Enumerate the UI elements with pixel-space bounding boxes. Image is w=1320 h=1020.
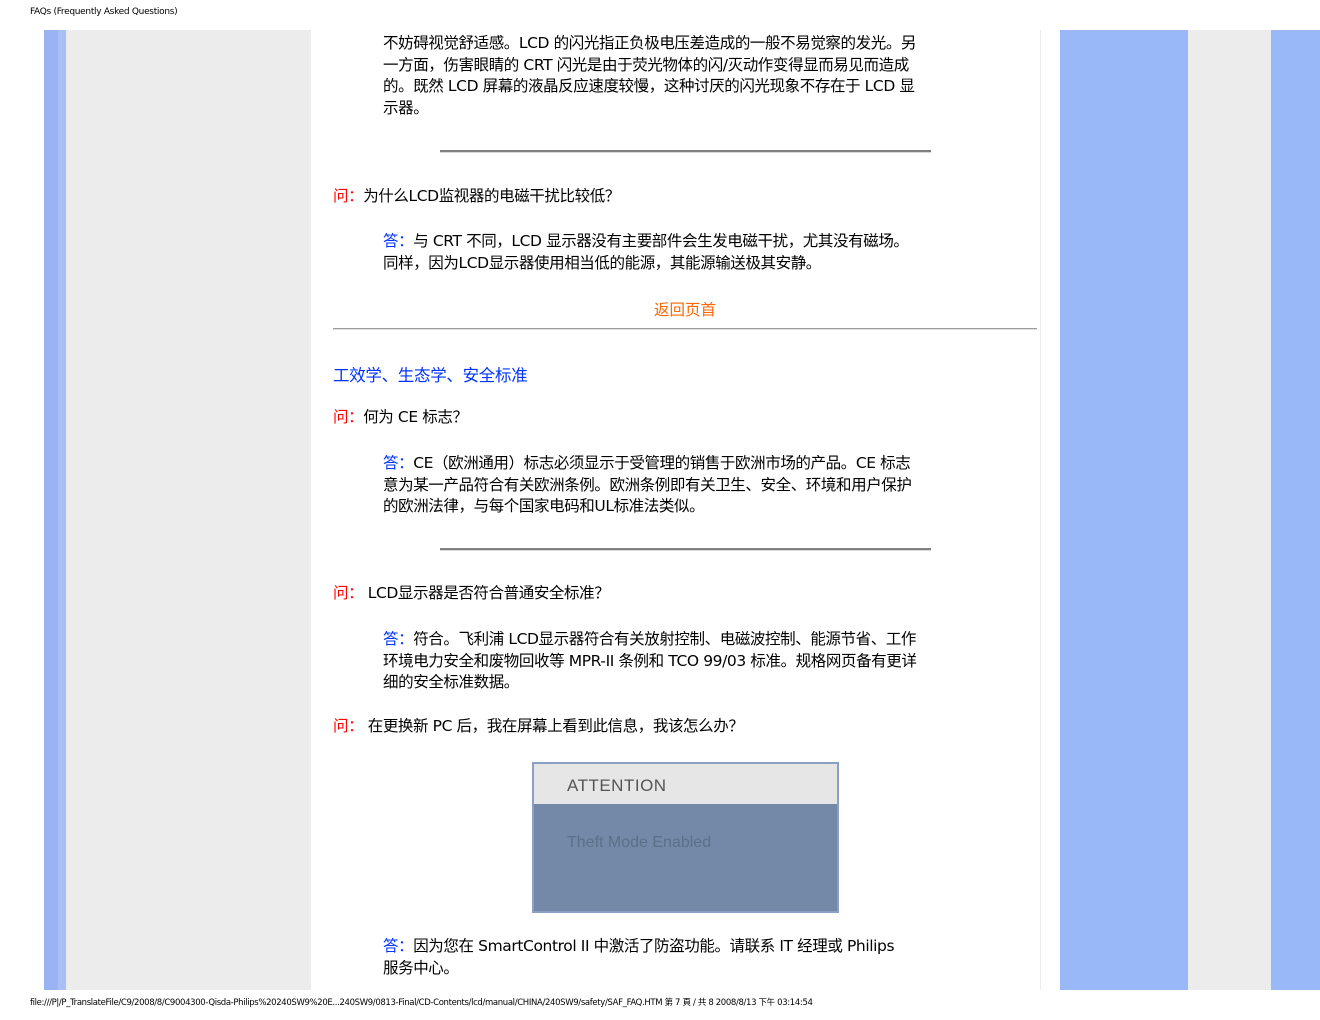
intro-line: 不妨碍视觉舒适感。LCD 的闪光指正负极电压差造成的一般不易觉察的发光。另 — [383, 34, 917, 52]
answer-2: 答：CE（欧洲通用）标志必须显示于受管理的销售于欧洲市场的产品。CE 标志 意为… — [383, 453, 993, 518]
question-text: 何为 CE 标志？ — [363, 408, 468, 426]
intro-line: 一方面，伤害眼睛的 CRT 闪光是由于荧光物体的闪/灭动作变得显而易见而造成 — [383, 55, 909, 74]
question-label: 问： — [333, 717, 364, 735]
dialog-message: Theft Mode Enabled — [567, 834, 712, 851]
answer-line: 同样，因为LCD显示器使用相当低的能源，其能源输送极其安静。 — [383, 253, 821, 272]
answer-label: 答： — [383, 454, 414, 472]
answer-text: 与 CRT 不同，LCD 显示器没有主要部件会生发电磁干扰，尤其没有磁场。 — [413, 232, 909, 250]
intro-line: 的。既然 LCD 屏幕的液晶反应速度较慢，这种讨厌的闪光现象不存在于 LCD 显 — [383, 77, 915, 95]
answer-label: 答： — [383, 630, 414, 648]
left-panel-gray — [66, 30, 311, 990]
question-text: LCD显示器是否符合普通安全标准？ — [367, 584, 610, 602]
question-text: 在更换新 PC 后，我在屏幕上看到此信息，我该怎么办？ — [367, 717, 744, 735]
question-text: 为什么LCD监视器的电磁干扰比较低？ — [363, 187, 620, 205]
question-label: 问： — [333, 187, 364, 205]
answer-line: 答：符合。飞利浦 LCD显示器符合有关放射控制、电磁波控制、能源节省、工作 — [383, 629, 993, 651]
content-divider — [1040, 30, 1041, 990]
intro-line: 示器。 — [383, 98, 429, 117]
question-label: 问： — [333, 408, 364, 426]
answer-text: CE（欧洲通用）标志必须显示于受管理的销售于欧洲市场的产品。CE 标志 — [413, 454, 911, 472]
answer-line: 意为某一产品符合有关欧洲条例。欧洲条例即有关卫生、安全、环境和用户保护 — [383, 475, 912, 494]
right-panel-gray — [1188, 30, 1271, 990]
dialog-title-bar: ATTENTION — [534, 764, 837, 804]
right-edge-blue — [1271, 30, 1320, 990]
answer-line: 细的安全标准数据。 — [383, 673, 519, 691]
right-bar-blue — [1060, 30, 1188, 990]
section-rule — [333, 328, 1037, 330]
answer-line: 答：CE（欧洲通用）标志必须显示于受管理的销售于欧洲市场的产品。CE 标志 — [383, 453, 993, 475]
question-4: 问： 在更换新 PC 后，我在屏幕上看到此信息，我该怎么办？ — [333, 716, 744, 738]
answer-line: 答：因为您在 SmartControl II 中激活了防盗功能。请联系 IT 经… — [383, 936, 993, 958]
answer-label: 答： — [383, 232, 414, 250]
question-label: 问： — [333, 584, 364, 602]
answer-line: 环境电力安全和废物回收等 MPR-II 条例和 TCO 99/03 标准。规格网… — [383, 651, 917, 670]
answer-line: 服务中心。 — [383, 958, 459, 977]
answer-text: 符合。飞利浦 LCD显示器符合有关放射控制、电磁波控制、能源节省、工作 — [413, 630, 917, 648]
intro-paragraph: 不妨碍视觉舒适感。LCD 的闪光指正负极电压差造成的一般不易觉察的发光。另 一方… — [383, 33, 993, 119]
answer-text: 因为您在 SmartControl II 中激活了防盗功能。请联系 IT 经理或… — [413, 937, 895, 955]
back-to-top-link[interactable]: 返回页首 — [333, 298, 1037, 320]
separator — [440, 548, 931, 551]
attention-dialog-image: ATTENTION Theft Mode Enabled — [532, 762, 839, 913]
separator — [440, 150, 931, 153]
answer-3: 答：符合。飞利浦 LCD显示器符合有关放射控制、电磁波控制、能源节省、工作 环境… — [383, 629, 993, 694]
answer-line: 答：与 CRT 不同，LCD 显示器没有主要部件会生发电磁干扰，尤其没有磁场。 — [383, 231, 993, 253]
answer-4: 答：因为您在 SmartControl II 中激活了防盗功能。请联系 IT 经… — [383, 936, 993, 979]
answer-label: 答： — [383, 937, 414, 955]
section-title: 工效学、生态学、安全标准 — [333, 366, 528, 385]
left-bar-lightblue — [58, 30, 66, 990]
page-footer: file:///P|/P_TranslateFile/C9/2008/8/C90… — [30, 998, 813, 1008]
answer-1: 答：与 CRT 不同，LCD 显示器没有主要部件会生发电磁干扰，尤其没有磁场。 … — [383, 231, 993, 274]
page-header: FAQs (Frequently Asked Questions) — [30, 7, 178, 17]
dialog-title: ATTENTION — [567, 776, 667, 795]
question-3: 问： LCD显示器是否符合普通安全标准？ — [333, 583, 610, 605]
question-1: 问：为什么LCD监视器的电磁干扰比较低？ — [333, 186, 620, 208]
question-2: 问：何为 CE 标志？ — [333, 407, 468, 429]
left-bar-blue — [44, 30, 58, 990]
answer-line: 的欧洲法律，与每个国家电码和UL标准法类似。 — [383, 497, 705, 515]
